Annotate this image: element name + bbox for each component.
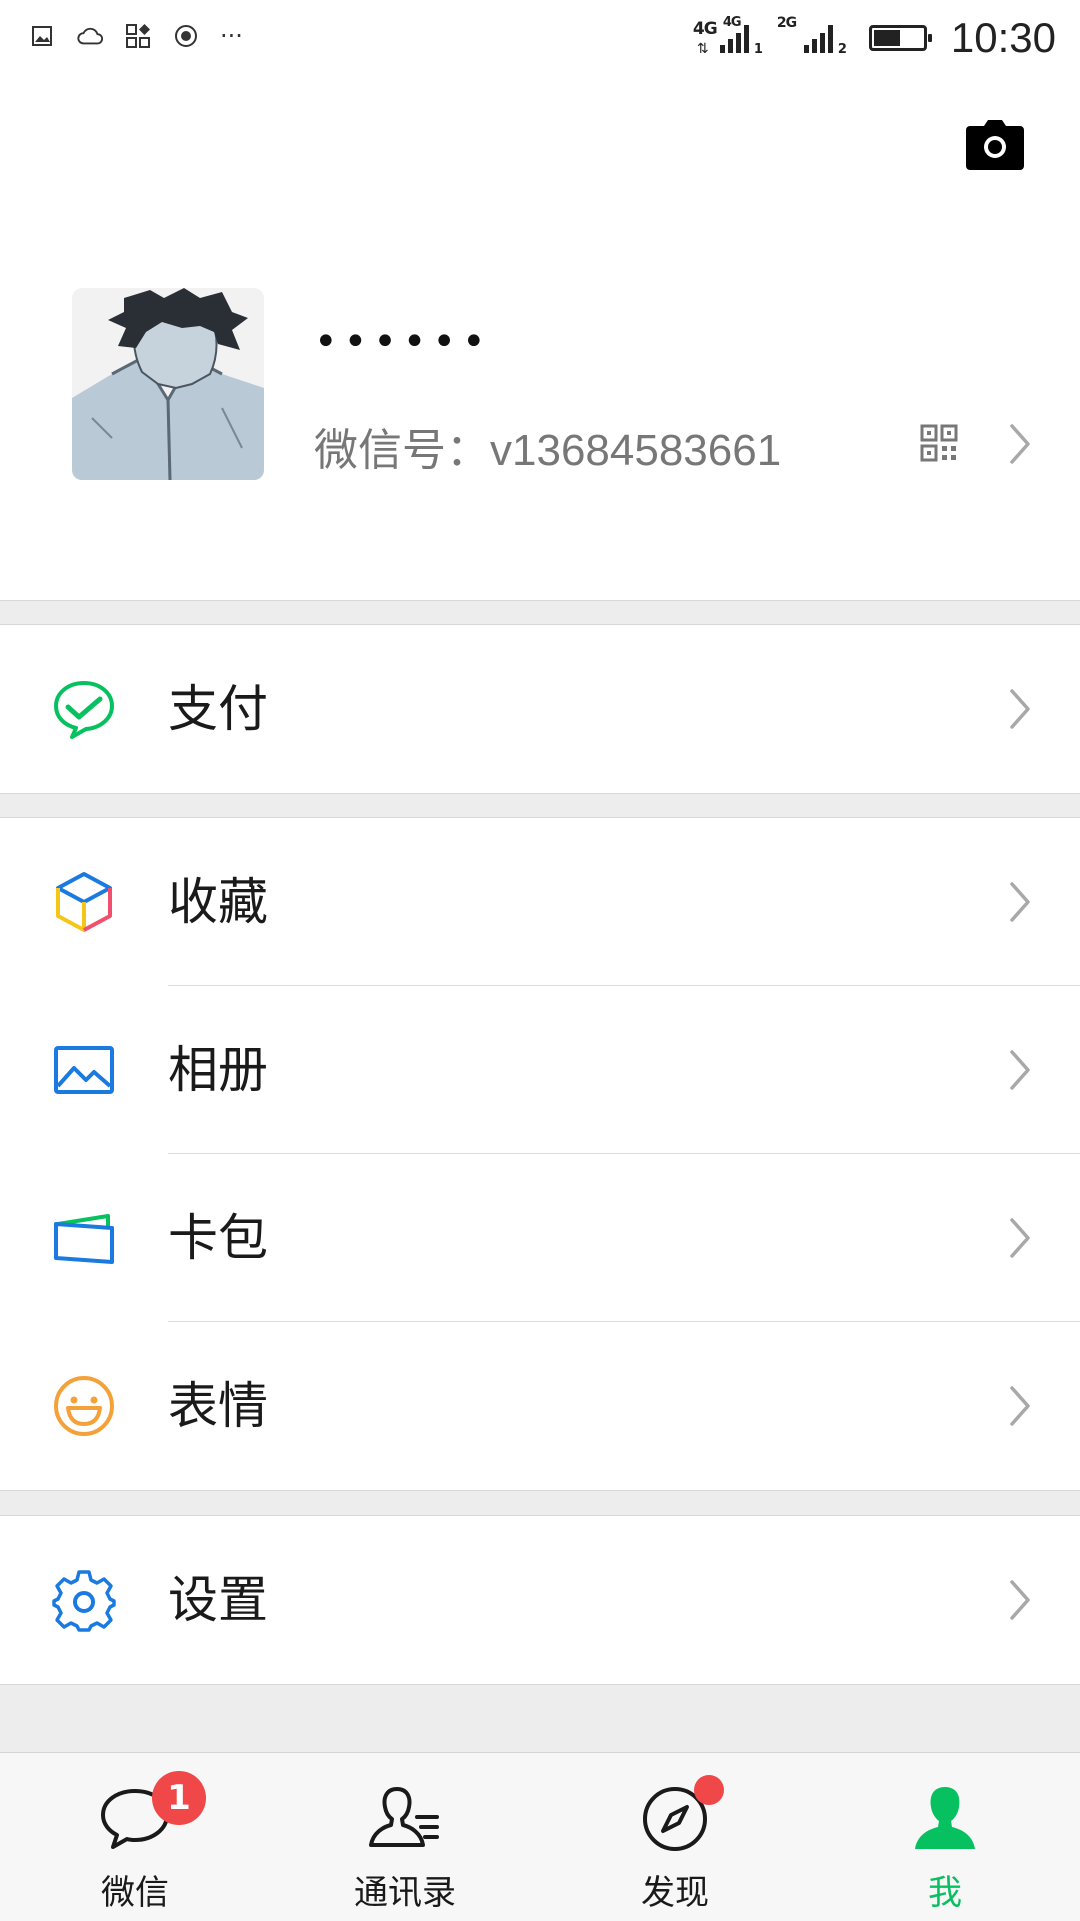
menu-item-settings[interactable]: 设置	[0, 1516, 1080, 1684]
camera-button[interactable]	[964, 118, 1026, 172]
menu-item-pay[interactable]: 支付	[0, 625, 1080, 793]
system-indicators: 4G ⇅ 4G 1 2G 2 10:30	[693, 8, 1056, 68]
discover-new-dot	[694, 1775, 724, 1805]
chevron-right-icon	[1008, 1578, 1032, 1622]
tab-label-chats: 微信	[101, 1873, 169, 1913]
tab-label-contacts: 通讯录	[354, 1873, 456, 1913]
network-type: 4G	[692, 19, 718, 39]
person-icon	[905, 1779, 985, 1855]
menu-label-album: 相册	[168, 1041, 268, 1099]
tab-me[interactable]: 我	[810, 1753, 1080, 1921]
content-section: 收藏 相册 卡包 表情	[0, 817, 1080, 1491]
menu-item-stickers[interactable]: 表情	[0, 1322, 1080, 1490]
chevron-right-icon	[1008, 422, 1032, 466]
gear-icon	[52, 1568, 116, 1632]
apps-icon	[124, 22, 152, 50]
avatar[interactable]	[72, 288, 264, 480]
menu-label-pay: 支付	[168, 680, 268, 738]
record-icon	[172, 22, 200, 50]
cloud-icon	[76, 22, 104, 50]
data-arrows-icon: ⇅	[696, 41, 709, 57]
bottom-tab-bar: 1 微信 通讯录 发现 我	[0, 1752, 1080, 1921]
chevron-right-icon	[1008, 1384, 1032, 1428]
unread-badge: 1	[152, 1771, 206, 1825]
smiley-face-icon	[52, 1374, 116, 1438]
camera-icon	[966, 120, 1024, 170]
chevron-right-icon	[1008, 1048, 1032, 1092]
wechat-id: 微信号：v13684583661	[314, 426, 782, 475]
settings-section: 设置	[0, 1515, 1080, 1685]
chevron-right-icon	[1008, 880, 1032, 924]
menu-label-cards: 卡包	[168, 1209, 268, 1267]
profile-header[interactable]: •••••• 微信号：v13684583661	[0, 74, 1080, 601]
sim-slot-1: 1	[753, 42, 763, 57]
gallery-icon	[28, 22, 56, 50]
tab-contacts[interactable]: 通讯录	[270, 1753, 540, 1921]
signal-sim1-icon: 4G ⇅ 4G 1	[693, 13, 763, 63]
menu-item-cards[interactable]: 卡包	[0, 1154, 1080, 1322]
contacts-icon	[365, 1779, 445, 1855]
battery-icon	[868, 25, 932, 51]
qr-code-icon[interactable]	[920, 424, 958, 462]
tab-label-discover: 发现	[641, 1873, 709, 1913]
menu-item-favorites[interactable]: 收藏	[0, 818, 1080, 986]
menu-label-favorites: 收藏	[168, 873, 268, 931]
signal-sim2-icon: 2G 2	[777, 13, 847, 63]
menu-label-stickers: 表情	[168, 1377, 268, 1435]
chevron-right-icon	[1008, 687, 1032, 731]
menu-item-album[interactable]: 相册	[0, 986, 1080, 1154]
status-bar: ··· 4G ⇅ 4G 1 2G 2 10:30	[0, 0, 1080, 74]
album-picture-icon	[52, 1038, 116, 1102]
sim-slot-2: 2	[837, 42, 847, 57]
tab-discover[interactable]: 发现	[540, 1753, 810, 1921]
menu-label-settings: 设置	[168, 1571, 268, 1629]
card-wallet-icon	[52, 1206, 116, 1270]
favorites-cube-icon	[52, 870, 116, 934]
tab-label-me: 我	[928, 1873, 962, 1913]
network-type-3: 2G	[776, 15, 797, 31]
wechat-pay-icon	[52, 677, 116, 741]
pay-section: 支付	[0, 624, 1080, 794]
chevron-right-icon	[1008, 1216, 1032, 1260]
tab-chats[interactable]: 1 微信	[0, 1753, 270, 1921]
battery-level	[873, 30, 900, 46]
nickname: ••••••	[314, 319, 492, 365]
clock: 10:30	[950, 14, 1056, 61]
notification-icons: ···	[28, 22, 243, 50]
avatar-image	[72, 288, 264, 480]
more-notifications: ···	[220, 22, 243, 50]
